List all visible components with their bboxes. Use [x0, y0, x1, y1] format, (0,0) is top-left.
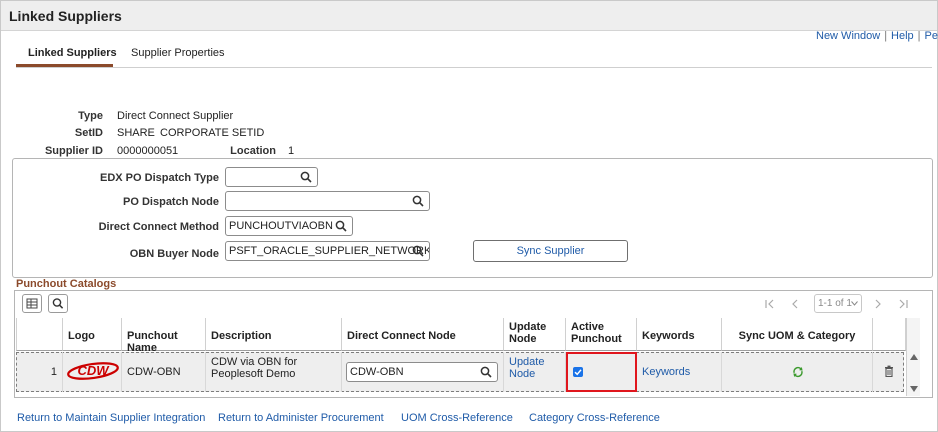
- search-icon[interactable]: [412, 245, 424, 257]
- next-page-icon[interactable]: [872, 298, 884, 310]
- column-header-logo: Logo: [63, 318, 122, 351]
- find-in-grid-button[interactable]: [48, 294, 68, 313]
- chevron-down-icon: [851, 301, 858, 306]
- supplier-id-label: Supplier ID: [44, 145, 103, 157]
- uom-cross-reference-link[interactable]: UOM Cross-Reference: [401, 412, 513, 424]
- refresh-icon[interactable]: [792, 366, 804, 378]
- personalize-grid-button[interactable]: [22, 294, 42, 313]
- scroll-up-icon[interactable]: [910, 354, 918, 360]
- search-icon[interactable]: [335, 220, 347, 232]
- highlight-box: [566, 352, 637, 392]
- location-label: Location: [230, 145, 276, 157]
- setid-description: CORPORATE SETID: [160, 127, 265, 139]
- column-header-active-line1: Active: [571, 321, 605, 333]
- direct-connect-node-cell: CDW-OBN: [342, 352, 504, 392]
- first-page-icon[interactable]: [764, 298, 776, 310]
- scroll-down-icon[interactable]: [910, 386, 918, 392]
- obn-buyer-node-label: OBN Buyer Node: [129, 248, 219, 260]
- direct-connect-node-value: CDW-OBN: [350, 366, 404, 378]
- personalize-page-link[interactable]: Pe: [925, 30, 938, 42]
- search-icon: [52, 298, 64, 309]
- po-dispatch-node-label: PO Dispatch Node: [123, 196, 219, 208]
- column-header-punchout-name: Punchout Name: [122, 318, 206, 354]
- direct-connect-method-label: Direct Connect Method: [98, 221, 219, 233]
- direct-connect-method-field[interactable]: PUNCHOUTVIAOBN: [225, 216, 353, 236]
- separator: |: [917, 30, 921, 42]
- location-value: 1: [288, 145, 295, 157]
- obn-buyer-node-field[interactable]: PSFT_ORACLE_SUPPLIER_NETWORK: [225, 241, 430, 261]
- column-header-update-node: Update Node: [504, 318, 566, 351]
- supplier-id-value: 0000000051: [117, 145, 179, 157]
- description-cell: CDW via OBN for Peoplesoft Demo: [206, 352, 342, 392]
- top-links: New Window | Help | Pe: [816, 30, 938, 42]
- direct-connect-node-field[interactable]: CDW-OBN: [346, 362, 498, 382]
- search-icon[interactable]: [480, 366, 492, 378]
- delete-cell: [873, 352, 904, 392]
- grid-settings-icon: [26, 298, 38, 309]
- setid-label: SetID: [74, 127, 103, 139]
- search-icon[interactable]: [300, 171, 312, 183]
- help-link[interactable]: Help: [891, 30, 914, 42]
- return-to-administer-procurement-link[interactable]: Return to Administer Procurement: [218, 412, 384, 424]
- edx-dispatch-type-label: EDX PO Dispatch Type: [100, 172, 219, 184]
- keywords-link[interactable]: Keywords: [637, 352, 722, 392]
- svg-text:CDW: CDW: [77, 363, 110, 378]
- grid-title: Punchout Catalogs: [16, 278, 117, 290]
- type-value: Direct Connect Supplier: [117, 110, 234, 122]
- cdw-logo: CDW: [67, 362, 119, 380]
- grid-scrollbar[interactable]: [906, 318, 920, 396]
- column-header-sync-uom-category: Sync UOM & Category: [722, 318, 873, 351]
- title-bar: Linked Suppliers: [1, 1, 937, 31]
- column-header-update-line1: Update: [509, 321, 547, 333]
- column-header-update-line2: Node: [509, 333, 537, 345]
- edx-dispatch-type-field[interactable]: [225, 167, 318, 187]
- last-page-icon[interactable]: [897, 298, 909, 310]
- direct-connect-method-value: PUNCHOUTVIAOBN: [229, 220, 333, 232]
- page-selector[interactable]: 1-1 of 1: [814, 294, 862, 313]
- column-header-keywords: Keywords: [637, 318, 722, 351]
- previous-page-icon[interactable]: [789, 298, 801, 310]
- page-range-text: 1-1 of 1: [818, 298, 852, 309]
- row-number: 1: [16, 352, 63, 392]
- obn-buyer-node-value: PSFT_ORACLE_SUPPLIER_NETWORK: [229, 245, 430, 257]
- page-title: Linked Suppliers: [9, 8, 122, 24]
- tab-supplier-properties[interactable]: Supplier Properties: [131, 47, 225, 59]
- search-icon[interactable]: [412, 195, 424, 207]
- sync-uom-category-cell: [722, 352, 873, 392]
- separator: |: [884, 30, 888, 42]
- tab-divider: [16, 67, 932, 68]
- delete-column-header: [873, 318, 906, 351]
- sync-supplier-button[interactable]: Sync Supplier: [473, 240, 628, 262]
- category-cross-reference-link[interactable]: Category Cross-Reference: [529, 412, 660, 424]
- logo-cell: CDW: [63, 352, 122, 392]
- return-to-maintain-supplier-integration-link[interactable]: Return to Maintain Supplier Integration: [17, 412, 205, 424]
- column-header-active-line2: Punchout: [571, 333, 622, 345]
- setid-value: SHARE: [117, 127, 155, 139]
- update-node-link[interactable]: Update Node: [504, 352, 566, 392]
- tab-linked-suppliers[interactable]: Linked Suppliers: [28, 47, 117, 59]
- column-header-active-punchout: Active Punchout: [566, 318, 637, 351]
- po-dispatch-node-field[interactable]: [225, 191, 430, 211]
- punchout-name-cell: CDW-OBN: [122, 352, 206, 392]
- column-header-direct-connect-node: Direct Connect Node: [342, 318, 504, 351]
- new-window-link[interactable]: New Window: [816, 30, 880, 42]
- type-label: Type: [78, 110, 103, 122]
- trash-icon[interactable]: [884, 365, 894, 377]
- row-number-header: [16, 318, 63, 351]
- column-header-description: Description: [206, 318, 342, 351]
